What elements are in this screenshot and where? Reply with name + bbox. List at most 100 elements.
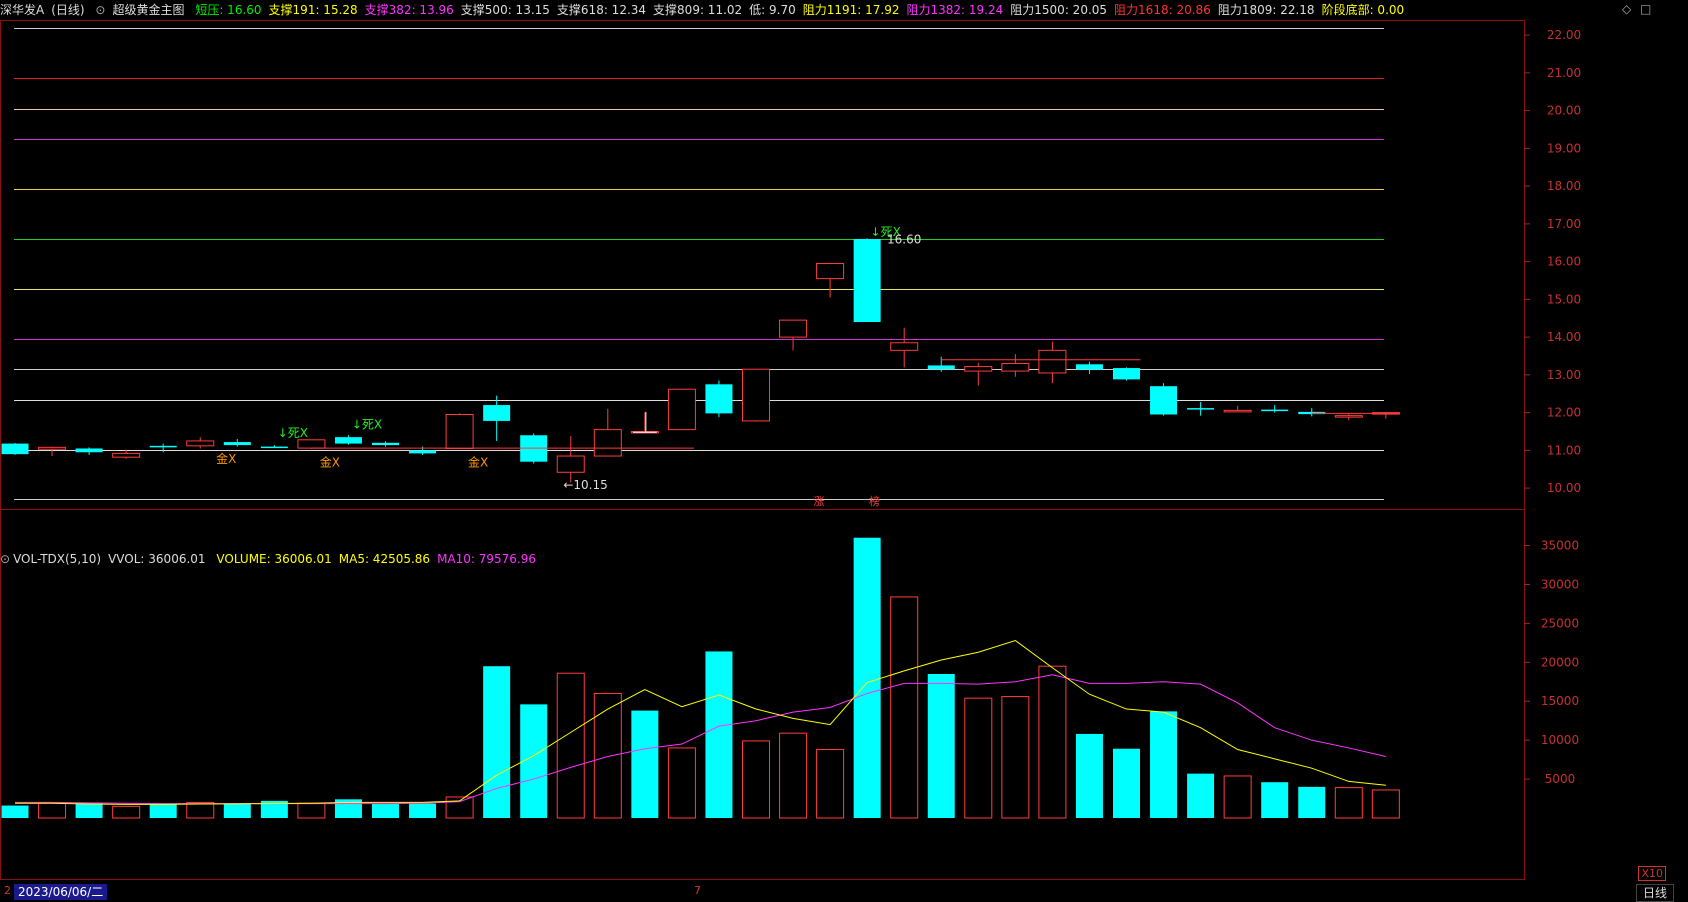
volume-header-value-2: MA10: 79576.96 (437, 552, 537, 566)
volume-bar (1075, 733, 1103, 818)
volume-tick-label: 15000 (1541, 694, 1579, 708)
price-tick-label: 20.00 (1547, 104, 1581, 118)
chart-annotation: 金X (216, 451, 236, 466)
diamond-icon[interactable]: ◇ (1622, 2, 1631, 16)
volume-bar (149, 803, 177, 818)
candle-body (223, 442, 251, 446)
volume-bar (1150, 711, 1178, 818)
volume-bar (927, 674, 955, 818)
volume-bar (593, 692, 622, 819)
price-tick-label: 10.00 (1547, 481, 1581, 495)
settings-circle-icon[interactable]: ⊙ (0, 549, 10, 569)
volume-bar (1371, 789, 1400, 819)
header-value-4: 支撑618: 12.34 (556, 3, 647, 17)
price-tick-label: 19.00 (1547, 141, 1581, 155)
vvol-value: VVOL: 36006.01 (108, 552, 206, 566)
price-axis: 10.00 11.00 12.00 13.00 14.00 15.00 16.00 17.00… (1524, 28, 1581, 495)
period-label[interactable]: (日线) (51, 3, 84, 17)
volume-bar (186, 801, 215, 819)
price-pane-border (0, 20, 1525, 510)
candle-body (1038, 349, 1067, 374)
chart-canvas[interactable]: 10.00 11.00 12.00 13.00 14.00 15.00 16.00 17.00… (0, 0, 1688, 901)
stock-name[interactable]: 深华发A (0, 3, 44, 17)
price-tick-label: 21.00 (1547, 66, 1581, 80)
candle-body (1334, 415, 1363, 418)
cursor-date: 2023/06/06/二 (14, 884, 108, 900)
chart-annotation: ←10.15 (563, 478, 607, 492)
fib-levels (14, 28, 1384, 500)
volume-bar (779, 732, 808, 819)
chart-annotation: ↓死X (278, 426, 308, 440)
header-value-2: 支撑382: 13.96 (364, 3, 454, 17)
candle-body (149, 445, 177, 448)
candle-body (483, 405, 511, 421)
volume-bar (112, 805, 141, 819)
candle-body (556, 455, 585, 473)
rank-label: 涨 (813, 495, 824, 508)
volume-bar (1113, 748, 1140, 818)
volume-bar (964, 697, 993, 819)
candle-body (75, 448, 103, 453)
candle-body (1150, 386, 1178, 415)
candle-body (1261, 409, 1289, 412)
candle-body (409, 450, 437, 454)
volume-bar (1261, 782, 1289, 818)
candle-body (372, 442, 399, 446)
volume-ma-lines (15, 639, 1386, 805)
indicator-name[interactable]: 超级黄金主图 (112, 3, 184, 17)
volume-axis: 5000100001500020000250003000035000 (1524, 539, 1579, 786)
price-tick-label: 12.00 (1547, 406, 1581, 420)
candlesticks[interactable] (1, 238, 1400, 483)
chart-annotation: 金X (320, 455, 340, 470)
ma10-line (15, 674, 1386, 805)
volume-tick-label: 30000 (1541, 577, 1579, 591)
volume-bars[interactable] (1, 537, 1400, 819)
volume-bar (1334, 787, 1363, 819)
header-value-9: 阻力1500: 20.05 (1010, 3, 1108, 17)
ma5-line (15, 639, 1386, 805)
candle-body (297, 439, 326, 449)
price-tick-label: 18.00 (1547, 179, 1581, 193)
header-value-0: 短压: 16.60 (195, 3, 262, 17)
volume-bar (38, 802, 67, 819)
restore-icon[interactable]: □ (1640, 2, 1651, 16)
price-tick-label: 16.00 (1547, 255, 1581, 269)
volume-bar (667, 747, 696, 819)
volume-bar (556, 672, 585, 819)
settings-circle-icon[interactable]: ⊙ (95, 0, 105, 20)
scale-badge[interactable]: X10 (1638, 866, 1666, 881)
volume-header-value-0: VOLUME: 36006.01 (216, 552, 332, 566)
period-marker-left: 2 (4, 884, 11, 897)
volume-indicator-title[interactable]: VOL-TDX(5,10) (13, 552, 101, 566)
header-value-5: 支撑809: 11.02 (653, 3, 743, 17)
candle-body (705, 384, 733, 414)
period-tab-daily[interactable]: 日线 (1635, 884, 1674, 902)
price-tick-label: 22.00 (1547, 28, 1581, 42)
candle-body (38, 446, 67, 450)
volume-bar (816, 749, 845, 819)
candle-body (742, 368, 770, 422)
candle-body (1113, 368, 1140, 380)
volume-bar (409, 803, 437, 818)
volume-bar (297, 802, 326, 819)
candle-body (964, 366, 993, 372)
volume-bar (742, 740, 770, 819)
volume-bar (1298, 786, 1326, 818)
price-tick-label: 15.00 (1547, 292, 1581, 306)
candle-body (1075, 364, 1103, 370)
header-value-10: 阻力1618: 20.86 (1114, 3, 1211, 17)
volume-bar (853, 537, 881, 818)
header-value-6: 低: 9.70 (749, 3, 796, 17)
candle-body (779, 319, 808, 338)
volume-bar (1223, 775, 1252, 819)
volume-bar (483, 666, 511, 818)
candle-body (445, 414, 474, 449)
header-value-8: 阻力1382: 19.24 (906, 3, 1004, 17)
chart-annotation: ↓死X (352, 417, 382, 431)
price-tick-label: 11.00 (1547, 443, 1581, 457)
volume-indicator-header: ⊙ VOL-TDX(5,10) VVOL: 36006.01 VOLUME: 360… (0, 549, 1620, 569)
price-tick-label: 17.00 (1547, 217, 1581, 231)
candle-body (667, 388, 696, 431)
volume-header-value-1: MA5: 42505.86 (338, 552, 431, 566)
volume-bar (1038, 665, 1067, 819)
